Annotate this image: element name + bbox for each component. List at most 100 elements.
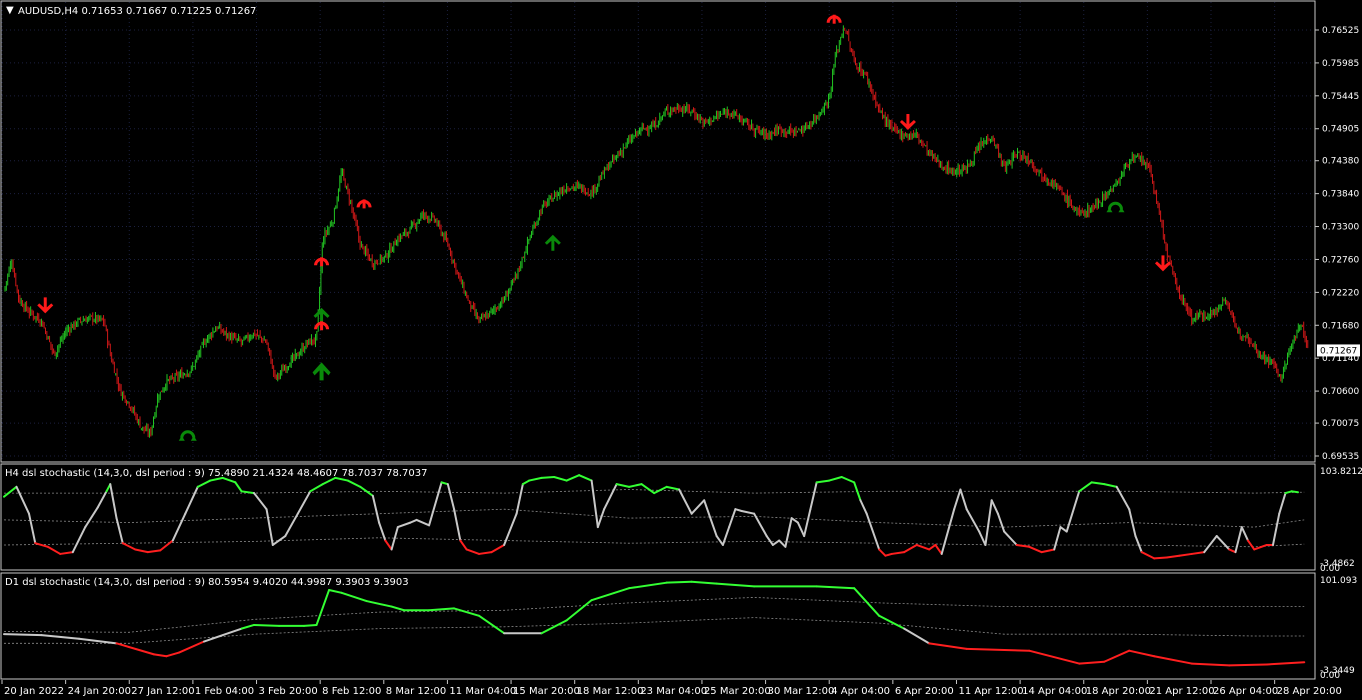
- price-tick-label: 0.74380: [1322, 157, 1359, 167]
- stochastic-segment: [1134, 535, 1143, 554]
- stochastic-segment: [453, 607, 481, 617]
- time-tick-label: 8 Feb 12:00: [322, 686, 381, 697]
- sub2-axis-zero: 0.00: [1320, 671, 1340, 681]
- signal-hook-up-arrow-icon: [178, 430, 197, 441]
- main-panel-frame: [0, 0, 1316, 463]
- stochastic-segment: [478, 551, 493, 555]
- stochastic-segment: [1290, 490, 1299, 494]
- stochastic-segment: [865, 512, 881, 551]
- price-tick-label: 0.75445: [1322, 92, 1359, 102]
- stochastic-segment: [521, 479, 531, 486]
- stochastic-segment: [1078, 481, 1093, 493]
- stochastic-segment: [565, 599, 593, 622]
- stochastic-segment: [234, 481, 243, 493]
- stochastic-segment: [271, 535, 287, 546]
- stochastic-segment: [1140, 551, 1156, 560]
- stochastic-segment: [1103, 649, 1131, 663]
- stochastic-segment: [515, 483, 524, 515]
- trading-chart[interactable]: 0.76525 0.75985 0.75445 0.74905 0.74380 0.738…: [0, 0, 1362, 700]
- stochastic-segment: [303, 623, 318, 627]
- stochastic-segment: [146, 549, 162, 554]
- stochastic-band-line: [3, 537, 1305, 548]
- stochastic-segment: [40, 634, 81, 640]
- signal-down-arrow-icon: [37, 297, 54, 314]
- stochastic-segment: [34, 542, 49, 548]
- stochastic-segment: [915, 543, 931, 551]
- stochastic-segment: [371, 494, 381, 524]
- stochastic-segment: [171, 512, 187, 542]
- h4-stochastic-lines: [3, 474, 1305, 560]
- stochastic-segment: [728, 508, 737, 529]
- time-tick-label: 18 Apr 20:00: [1086, 686, 1151, 697]
- d1-stochastic-lines: [3, 580, 1306, 667]
- time-tick-label: 26 Apr 04:00: [1213, 686, 1278, 697]
- stochastic-segment: [815, 479, 831, 484]
- stochastic-segment: [690, 499, 706, 515]
- stochastic-segment: [978, 530, 987, 546]
- time-tick-label: 28 Apr 20:00: [1277, 686, 1342, 697]
- stochastic-segment: [1278, 492, 1287, 515]
- stochastic-segment: [59, 551, 74, 555]
- stochastic-segment: [959, 488, 968, 511]
- stochastic-segment: [540, 619, 568, 635]
- time-tick-label: 23 Mar 04:00: [640, 686, 707, 697]
- time-tick-label: 4 Apr 04:00: [831, 686, 890, 697]
- sub2-axis-top: 101.093: [1320, 576, 1357, 586]
- sub1-caption: H4 dsl stochastic (14,3,0, dsl period : …: [5, 468, 427, 479]
- signal-down-arrow-icon: [899, 113, 916, 130]
- price-tick-label: 0.74905: [1322, 125, 1359, 135]
- stochastic-segment: [109, 483, 118, 520]
- svg-text:0.71267: 0.71267: [1320, 346, 1357, 356]
- stochastic-segment: [28, 512, 37, 545]
- stochastic-segment: [965, 647, 1031, 652]
- stochastic-segment: [953, 488, 962, 511]
- stochastic-segment: [965, 508, 981, 533]
- stochastic-segment: [1165, 554, 1181, 559]
- price-tick-label: 0.70075: [1322, 419, 1359, 429]
- stochastic-segment: [46, 545, 62, 555]
- stochastic-segment: [859, 499, 868, 515]
- stochastic-segment: [853, 481, 862, 502]
- sub2-caption: D1 dsl stochastic (14,3,0, dsl period : …: [5, 577, 409, 588]
- stochastic-segment: [878, 548, 887, 557]
- current-price-tag: 0.71267: [1317, 344, 1360, 357]
- stochastic-segment: [665, 485, 681, 491]
- stochastic-segment: [1065, 490, 1081, 533]
- sub1-panel-frame: [0, 463, 1316, 571]
- stochastic-segment: [396, 521, 412, 529]
- stochastic-segment: [1153, 655, 1193, 665]
- signal-hook-up-arrow-icon: [1106, 201, 1125, 213]
- stochastic-segment: [3, 633, 43, 637]
- stochastic-segment: [553, 475, 568, 482]
- stochastic-segment: [540, 475, 556, 479]
- stochastic-segment: [134, 548, 149, 554]
- stochastic-segment: [809, 481, 818, 511]
- stochastic-band-line: [3, 596, 1305, 633]
- stochastic-segment: [384, 539, 393, 551]
- stochastic-segment: [815, 585, 856, 590]
- stochastic-segment: [878, 614, 906, 630]
- stochastic-segment: [465, 548, 481, 555]
- stochastic-segment: [240, 623, 256, 630]
- stochastic-segment: [459, 539, 468, 551]
- stochastic-segment: [203, 627, 243, 643]
- stochastic-segment: [309, 483, 324, 493]
- stochastic-segment: [1265, 661, 1306, 666]
- stochastic-segment: [578, 474, 593, 482]
- stochastic-segment: [409, 518, 418, 524]
- time-tick-label: 15 Mar 20:00: [513, 686, 580, 697]
- stochastic-segment: [934, 543, 943, 555]
- price-tick-label: 0.75985: [1322, 59, 1359, 69]
- price-tick-label: 0.73840: [1322, 190, 1359, 200]
- stochastic-segment: [853, 587, 881, 617]
- stochastic-segment: [1190, 551, 1206, 555]
- collapse-icon[interactable]: ▼: [6, 5, 14, 16]
- stochastic-segment: [1028, 649, 1081, 665]
- stochastic-segment: [990, 499, 999, 515]
- time-tick-label: 20 Jan 2022: [4, 686, 64, 697]
- sub1-axis-top: 103.8212: [1320, 467, 1362, 477]
- stochastic-segment: [1271, 512, 1281, 546]
- signal-down-arrow-icon: [1154, 255, 1171, 272]
- stochastic-segment: [565, 474, 581, 482]
- stochastic-segment: [928, 543, 937, 551]
